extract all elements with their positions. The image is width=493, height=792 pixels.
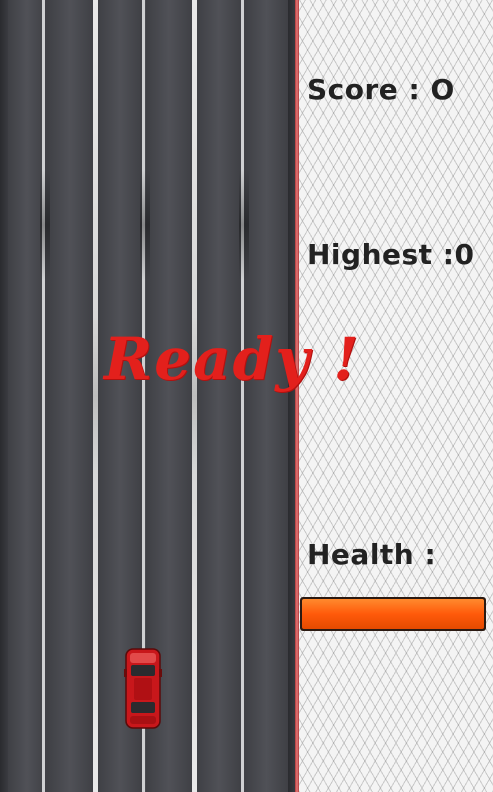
health-label: Health : <box>307 538 437 571</box>
hud-panel: Score : O Highest :0 Health : <box>299 0 493 792</box>
health-bar-fill <box>302 599 484 629</box>
lane <box>47 0 93 792</box>
health-bar <box>300 597 486 631</box>
road-shadow <box>140 170 150 280</box>
game-screen[interactable]: Score : O Highest :0 Health : Ready ! <box>0 0 493 792</box>
lane <box>245 0 288 792</box>
road-shadow <box>40 170 50 280</box>
road-left-shoulder <box>0 0 8 792</box>
highest-score-label: Highest :0 <box>307 238 475 271</box>
red-car-icon[interactable] <box>124 646 162 731</box>
score-label: Score : O <box>307 73 455 106</box>
lane <box>8 0 46 792</box>
lane-divider <box>241 0 244 792</box>
ready-message: Ready ! <box>104 325 361 393</box>
lane-divider <box>42 0 45 792</box>
road-shadow <box>239 170 249 280</box>
lane <box>197 0 241 792</box>
